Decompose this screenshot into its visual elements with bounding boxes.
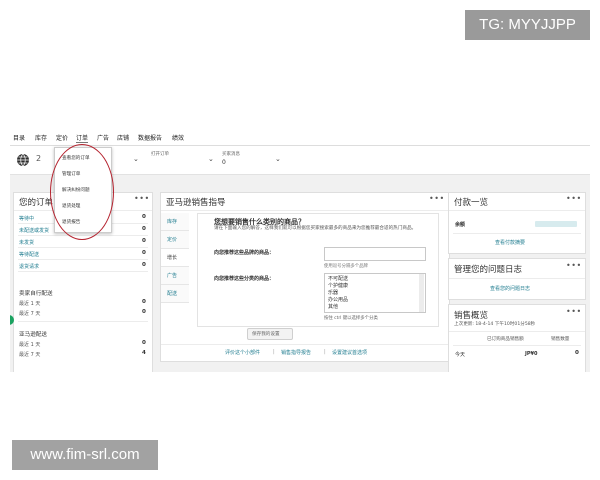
more-icon[interactable]: •••	[566, 194, 582, 203]
sales-guide-title: 亚马逊销售指导	[166, 198, 226, 208]
issues-widget: 管理您的问题日志 ••• 查看您的问题日志	[448, 258, 586, 300]
guide-description: 请在下面输入您的解答，这样我们就可以根据您买家搜索最多的商品来为您推荐最合适的热…	[214, 226, 417, 231]
orders-row-value[interactable]: 0	[142, 262, 146, 268]
nav-item-catalog[interactable]: 目录	[13, 133, 25, 142]
guide-report-link[interactable]: 销售指导报告	[281, 349, 311, 356]
nav-item-pricing[interactable]: 定价	[56, 133, 68, 142]
guide-form: 您想要销售什么类别的商品？ 请在下面输入您的解答，这样我们就可以根据您买家搜索最…	[197, 213, 439, 327]
payments-title: 付款一览	[454, 198, 489, 208]
chevron-down-icon[interactable]: ⌄	[208, 155, 214, 163]
orders-row-label[interactable]: 未配送或发货	[19, 227, 49, 234]
nav-item-reports[interactable]: 数据报告	[138, 133, 162, 142]
balance-value	[535, 221, 577, 227]
category-option[interactable]: 其他	[328, 303, 338, 310]
footer-separator: |	[324, 349, 326, 355]
sales-overview-widget: 销售概览 ••• 上次更新: 18-4-14 下午10时01分58秒 已订购商品…	[448, 304, 586, 372]
view-issues-link[interactable]: 查看您的问题日志	[490, 285, 530, 292]
field-value-buyer-messages: 0	[222, 159, 226, 166]
orders-row-label[interactable]: 等待配送	[19, 251, 39, 258]
category-option[interactable]: 不可配送	[328, 275, 348, 282]
guide-tab-inventory[interactable]: 库存	[161, 213, 189, 231]
brands-input[interactable]	[324, 247, 426, 261]
more-icon[interactable]: •••	[566, 261, 582, 270]
watermark-bottom: www.fim-srl.com	[12, 440, 158, 470]
marketplace-count: 2	[36, 154, 42, 163]
sales-overview-title: 销售概览	[454, 311, 489, 321]
highlight-oval	[50, 144, 114, 240]
guide-tab-advertising[interactable]: 广告	[161, 267, 189, 285]
nav-item-store[interactable]: 店铺	[117, 133, 129, 142]
rate-widget-link[interactable]: 评价这个小部件	[225, 349, 260, 356]
category-option[interactable]: 办公用品	[328, 296, 348, 303]
seller-central-app: 目录 库存 定价 订单 广告 店铺 数据报告 绩效 2 ⌄ 打开订单 ⌄ 买家消…	[10, 130, 590, 372]
seller-row-value[interactable]: 0	[142, 309, 146, 315]
sales-row-value: JP¥0	[525, 351, 538, 357]
top-nav: 目录 库存 定价 订单 广告 店铺 数据报告 绩效	[10, 130, 590, 146]
nav-item-advertising[interactable]: 广告	[97, 133, 109, 142]
more-icon[interactable]: •••	[566, 307, 582, 316]
nav-item-orders[interactable]: 订单	[76, 133, 89, 143]
field-label-buyer-messages: 买家消息	[222, 152, 240, 157]
sales-guide-widget: 亚马逊销售指导 ••• 库存 定价 增长 广告 配送 您想要销售什么类别的商品？…	[160, 192, 450, 362]
col-units: 销售数量	[551, 337, 570, 342]
globe-icon[interactable]	[16, 153, 30, 167]
categories-listbox[interactable]: 不可配送 个护健康 乐器 办公用品 其他	[324, 273, 426, 313]
more-icon[interactable]: •••	[429, 194, 445, 203]
orders-row-value[interactable]: 0	[142, 250, 146, 256]
sales-row-label: 今天	[455, 352, 466, 358]
brands-label: 向您推荐这些品牌的商品：	[214, 250, 275, 256]
sales-updated: 上次更新: 18-4-14 下午10时01分58秒	[454, 322, 536, 327]
categories-label: 向您推荐这些分类的商品：	[214, 276, 275, 282]
guide-tab-growth[interactable]: 增长	[161, 249, 189, 267]
chevron-down-icon[interactable]: ⌄	[133, 155, 139, 163]
issues-title: 管理您的问题日志	[454, 265, 523, 275]
nav-item-performance[interactable]: 绩效	[172, 133, 184, 142]
orders-row-value[interactable]: 0	[142, 226, 146, 232]
orders-title: 您的订单	[19, 198, 54, 208]
footer-separator: |	[273, 349, 275, 355]
chevron-down-icon[interactable]: ⌄	[275, 155, 281, 163]
orders-row-label[interactable]: 退货请求	[19, 263, 39, 270]
save-settings-button[interactable]: 保存我的设置	[247, 328, 293, 340]
orders-row-value[interactable]: 0	[142, 238, 146, 244]
sales-row-count: 0	[575, 350, 579, 356]
seller-row-label: 最近 1 天	[19, 301, 41, 307]
seller-row-value[interactable]: 0	[142, 299, 146, 305]
watermark-top: TG: MYYJJPP	[465, 10, 590, 40]
fba-row-label: 最近 1 天	[19, 342, 41, 348]
orders-row-value[interactable]: 0	[142, 214, 146, 220]
seller-row-label: 最近 7 天	[19, 311, 41, 317]
categories-hint: 按住 ctrl 键以选择多个分类	[324, 316, 378, 321]
fba-heading: 亚马逊配送	[19, 332, 47, 338]
category-option[interactable]: 乐器	[328, 289, 338, 296]
listbox-scrollbar[interactable]	[419, 274, 424, 312]
view-payments-link[interactable]: 查看付款摘要	[495, 239, 525, 246]
guide-tab-pricing[interactable]: 定价	[161, 231, 189, 249]
seller-fulfilled-heading: 卖家自行配送	[19, 291, 53, 297]
nav-item-inventory[interactable]: 库存	[35, 133, 47, 142]
balance-label: 余额	[455, 222, 466, 228]
col-ordered-sales: 已订购商品销售额	[487, 337, 524, 342]
suggestion-prefs-link[interactable]: 设置建议首选项	[332, 349, 367, 356]
field-label-open-orders: 打开订单	[151, 152, 169, 157]
fba-row-value[interactable]: 4	[142, 350, 146, 356]
orders-row-label[interactable]: 等待中	[19, 215, 34, 222]
brands-hint: 使用逗号分隔多个品牌	[324, 264, 368, 269]
payments-widget: 付款一览 ••• 余额 查看付款摘要	[448, 192, 586, 254]
category-option[interactable]: 个护健康	[328, 282, 348, 289]
orders-row-label[interactable]: 未发货	[19, 239, 34, 246]
guide-tab-fulfillment[interactable]: 配送	[161, 285, 189, 303]
fba-row-value[interactable]: 0	[142, 340, 146, 346]
fba-row-label: 最近 7 天	[19, 352, 41, 358]
more-icon[interactable]: •••	[134, 194, 150, 203]
